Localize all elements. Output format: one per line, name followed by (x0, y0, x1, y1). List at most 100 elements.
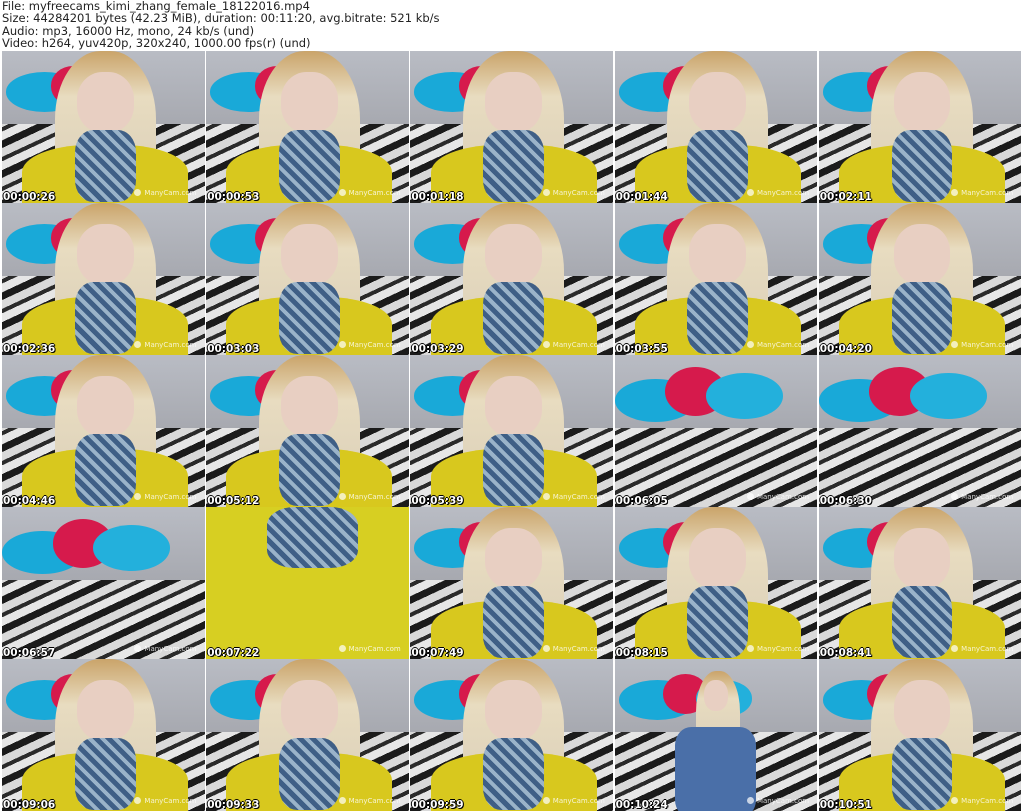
scarf (74, 281, 136, 355)
video-thumbnail: ManyCam.com 00:02:36 (2, 203, 205, 355)
timestamp: 00:10:51 (819, 798, 872, 811)
video-thumbnail: ManyCam.com 00:06:30 (818, 355, 1022, 507)
face (485, 376, 542, 437)
blue-heart-pillow (93, 525, 171, 571)
timestamp: 00:07:49 (411, 646, 464, 659)
scarf (687, 129, 749, 203)
face (703, 680, 728, 711)
video-thumbnail: ManyCam.com 00:10:24 (614, 659, 818, 811)
timestamp: 00:06:57 (3, 646, 56, 659)
face (485, 680, 542, 741)
video-thumbnail: ManyCam.com 00:09:06 (2, 659, 205, 811)
watermark: ManyCam.com (747, 341, 809, 349)
watermark: ManyCam.com (543, 797, 605, 805)
face (281, 72, 338, 133)
face (689, 528, 747, 589)
watermark: ManyCam.com (134, 797, 196, 805)
timestamp: 00:04:46 (3, 494, 56, 507)
watermark: ManyCam.com (339, 341, 401, 349)
watermark: ManyCam.com (543, 645, 605, 653)
scarf (483, 737, 545, 811)
blue-heart-pillow (909, 373, 987, 419)
watermark: ManyCam.com (339, 493, 401, 501)
scarf (891, 281, 953, 355)
timestamp: 00:04:20 (819, 342, 872, 355)
timestamp: 00:02:11 (819, 190, 872, 203)
watermark: ManyCam.com (747, 645, 809, 653)
timestamp: 00:05:12 (207, 494, 260, 507)
face (893, 72, 951, 133)
scarf (279, 737, 340, 811)
watermark: ManyCam.com (951, 341, 1013, 349)
video-thumbnail: ManyCam.com 00:01:44 (614, 51, 818, 203)
video-thumbnail: ManyCam.com 00:10:51 (818, 659, 1022, 811)
video-thumbnail: ManyCam.com 00:03:03 (206, 203, 409, 355)
timestamp: 00:03:55 (615, 342, 668, 355)
face (281, 680, 338, 741)
video-thumbnail: ManyCam.com 00:00:26 (2, 51, 205, 203)
watermark: ManyCam.com (339, 189, 401, 197)
scarf (483, 433, 545, 507)
video-thumbnail: ManyCam.com 00:07:22 (206, 507, 409, 659)
face (893, 528, 951, 589)
video-thumbnail: ManyCam.com 00:05:39 (410, 355, 613, 507)
video-thumbnail: ManyCam.com 00:08:15 (614, 507, 818, 659)
face (281, 376, 338, 437)
face (281, 224, 338, 285)
scarf (74, 433, 136, 507)
timestamp: 00:10:24 (615, 798, 668, 811)
timestamp: 00:05:39 (411, 494, 464, 507)
video-thumbnail: ManyCam.com 00:03:29 (410, 203, 613, 355)
face (76, 376, 134, 437)
scarf (279, 129, 340, 203)
face (485, 72, 542, 133)
scarf (483, 129, 545, 203)
scarf (891, 129, 953, 203)
watermark: ManyCam.com (951, 797, 1013, 805)
face (76, 680, 134, 741)
watermark: ManyCam.com (951, 189, 1013, 197)
yellow-sweater (675, 727, 757, 811)
watermark: ManyCam.com (543, 493, 605, 501)
video-thumbnail: ManyCam.com 00:00:53 (206, 51, 409, 203)
scarf (279, 433, 340, 507)
video-thumbnail: ManyCam.com 00:07:49 (410, 507, 613, 659)
watermark: ManyCam.com (339, 645, 401, 653)
scarf (74, 737, 136, 811)
scarf (891, 737, 953, 811)
face (689, 224, 747, 285)
scarf (279, 281, 340, 355)
video-thumbnail: ManyCam.com 00:03:55 (614, 203, 818, 355)
watermark: ManyCam.com (134, 341, 196, 349)
file-size-info: Size: 44284201 bytes (42.23 MiB), durati… (2, 11, 440, 26)
file-info-header: File: myfreecams_kimi_zhang_female_18122… (2, 0, 440, 50)
scarf (891, 585, 953, 659)
face (689, 72, 747, 133)
video-thumbnail: ManyCam.com 00:04:20 (818, 203, 1022, 355)
face (893, 680, 951, 741)
video-thumbnail: ManyCam.com 00:04:46 (2, 355, 205, 507)
scarf (687, 281, 749, 355)
face (485, 224, 542, 285)
thumbnail-grid: ManyCam.com 00:00:26 ManyCam.com 00:00:53 Ma… (2, 51, 1022, 811)
timestamp: 00:09:59 (411, 798, 464, 811)
scarf (266, 507, 359, 568)
watermark: ManyCam.com (951, 493, 1013, 501)
timestamp: 00:00:53 (207, 190, 260, 203)
watermark: ManyCam.com (543, 341, 605, 349)
timestamp: 00:06:30 (819, 494, 872, 507)
watermark: ManyCam.com (134, 645, 196, 653)
timestamp: 00:01:18 (411, 190, 464, 203)
scarf (483, 281, 545, 355)
timestamp: 00:03:03 (207, 342, 260, 355)
video-thumbnail: ManyCam.com 00:05:12 (206, 355, 409, 507)
scarf (687, 585, 749, 659)
watermark: ManyCam.com (134, 189, 196, 197)
video-thumbnail: ManyCam.com 00:02:11 (818, 51, 1022, 203)
video-thumbnail: ManyCam.com 00:08:41 (818, 507, 1022, 659)
video-thumbnail: ManyCam.com 00:01:18 (410, 51, 613, 203)
watermark: ManyCam.com (747, 797, 809, 805)
watermark: ManyCam.com (747, 189, 809, 197)
timestamp: 00:08:41 (819, 646, 872, 659)
blue-heart-pillow (705, 373, 783, 419)
